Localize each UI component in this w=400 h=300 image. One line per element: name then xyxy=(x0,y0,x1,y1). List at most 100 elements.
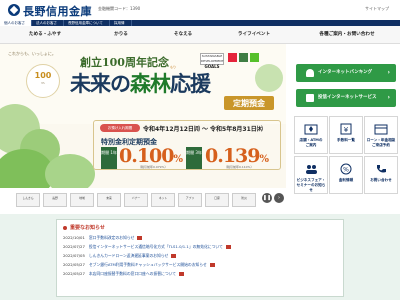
institution-code: 金融機関コード：1390 xyxy=(98,6,141,11)
period-label: お預け入れ期間 xyxy=(100,124,140,132)
pause-icon[interactable]: ❚❚ xyxy=(262,193,272,203)
carousel-thumb[interactable]: バナー xyxy=(124,193,148,207)
term-1y-label: 期間 1年 xyxy=(101,147,117,169)
banner-tagline: これからも、いっしょに。 xyxy=(8,51,56,56)
campaign-period: 令和4年12月12日㈪ ～ 令和5年8月31日㈭ xyxy=(143,126,263,133)
banner-carousel: しんきん 長野 地域 未来 バナー ネット アプリ 口座 防災 ❚❚ › xyxy=(0,188,286,212)
notice-item[interactable]: 2022/10/01 窓口手数料改定のお知らせ xyxy=(63,234,143,242)
nav-prepare[interactable]: そなえる xyxy=(152,26,214,44)
sdgs-subtitle: SUSTAINABLE DEVELOPMENT xyxy=(201,54,224,63)
tile-label: お問い合わせ xyxy=(370,178,392,182)
tile-branch-atm[interactable]: 店舗・ATMの ご案内 xyxy=(294,116,328,154)
tile-label: 手数料一覧 xyxy=(337,138,355,142)
nav-borrow[interactable]: かりる xyxy=(90,26,152,44)
map-pin-icon xyxy=(304,124,318,135)
sitemap-link[interactable]: サイトマップ xyxy=(365,6,389,12)
rate-1y-note: （税引前年0.079%） xyxy=(138,165,168,169)
carousel-thumb[interactable]: 未来 xyxy=(97,193,121,207)
pdf-icon xyxy=(179,272,185,276)
hero-banner[interactable]: これからも、いっしょに。 100 th 創立100周年記念 SUSTAINABL… xyxy=(0,44,286,188)
yen-document-icon: ¥ xyxy=(340,123,352,135)
tile-fees[interactable]: ¥ 手数料一覧 xyxy=(329,116,363,154)
tile-label: ローン・年金相談 ご来店予約 xyxy=(366,138,396,147)
sdg-goal-icon xyxy=(228,53,237,62)
people-icon xyxy=(306,165,317,174)
svg-text:¥: ¥ xyxy=(344,126,349,134)
brand-logo-icon[interactable] xyxy=(8,4,20,16)
tile-label: 金利情報 xyxy=(338,178,354,182)
svg-text:%: % xyxy=(343,167,349,174)
chart-icon xyxy=(306,94,314,102)
pdf-icon xyxy=(137,236,143,240)
tree-illustration xyxy=(45,154,95,188)
notice-text[interactable]: 本店同口座振替手数料の窓口口座への振替について xyxy=(89,271,176,276)
tile-label: 店舗・ATMの ご案内 xyxy=(299,138,323,147)
tile-contact[interactable]: お問い合わせ xyxy=(364,156,398,194)
tile-business-fair[interactable]: ビジネスフェア・ セミナーのお知らせ xyxy=(294,156,328,194)
brand-name[interactable]: 長野信用金庫 xyxy=(23,3,92,19)
headline-pre: 未来の xyxy=(70,71,131,96)
carousel-thumb[interactable]: 地域 xyxy=(70,193,94,207)
anniversary-badge: 100 th xyxy=(26,64,60,98)
deposit-label: 定期預金 xyxy=(224,96,274,110)
rate-3y: 0.139% xyxy=(205,145,269,167)
notice-date: 2022/05/27 xyxy=(63,262,85,267)
internet-banking-label: インターネットバンキング xyxy=(318,70,373,75)
notice-item[interactable]: 2022/05/27 セブン銀行ATM利用手数料キャッシュバックサービス開始のお知… xyxy=(63,261,215,269)
rate-3y-note: （税引前年0.110%） xyxy=(224,165,254,169)
notice-date: 2022/07/05 xyxy=(63,253,85,258)
tile-loan-reservation[interactable]: ローン・年金相談 ご来店予約 xyxy=(364,116,398,154)
pdf-icon xyxy=(225,245,231,249)
internet-banking-button[interactable]: インターネットバンキング › xyxy=(296,64,396,82)
carousel-thumb[interactable]: しんきん xyxy=(16,193,40,207)
headline-forest: 森林 xyxy=(130,71,171,96)
notice-date: 2022/10/01 xyxy=(63,235,85,240)
tile-interest-rates[interactable]: % 金利情報 xyxy=(329,156,363,194)
notice-text[interactable]: しんきんカードローン返済遅延事案のお知らせ xyxy=(89,253,168,258)
banner-headline: 未来の森林応援 xyxy=(70,68,211,98)
site-header: 長野信用金庫 金融機関コード：1390 サイトマップ xyxy=(0,0,400,20)
arrow-right-icon: › xyxy=(387,94,390,101)
carousel-thumb[interactable]: ネット xyxy=(151,193,175,207)
nav-life-events[interactable]: ライフイベント xyxy=(214,26,294,44)
tree-illustration xyxy=(255,64,283,92)
percent-icon: % xyxy=(340,163,352,175)
carousel-thumb[interactable]: 口座 xyxy=(205,193,229,207)
pdf-icon xyxy=(209,263,215,267)
notice-text[interactable]: セブン銀行ATM利用手数料キャッシュバックサービス開始のお知らせ xyxy=(89,262,207,267)
percent-unit: % xyxy=(173,154,183,165)
important-notices: 重要なお知らせ 2022/10/01 窓口手数料改定のお知らせ 2022/07/2… xyxy=(56,219,344,297)
next-icon[interactable]: › xyxy=(274,193,284,203)
investment-service-label: 投信インターネットサービス xyxy=(318,95,377,100)
nav-save[interactable]: ためる・ふやす xyxy=(0,26,90,44)
sdg-goal-icon xyxy=(250,53,259,62)
tile-label: ビジネスフェア・ セミナーのお知らせ xyxy=(296,178,326,192)
pdf-icon xyxy=(171,254,177,258)
notice-date: 2022/05/27 xyxy=(63,271,85,276)
notice-item[interactable]: 2022/07/27 投信インターネットサービス通信暗号化方式「TLS1.0/1.… xyxy=(63,243,231,251)
rate-1y-value: 0.100 xyxy=(119,145,174,167)
carousel-thumb[interactable]: 長野 xyxy=(43,193,67,207)
badge-suffix: th xyxy=(41,81,45,85)
sdg-goal-icon xyxy=(239,53,248,62)
notice-text[interactable]: 投信インターネットサービス通信暗号化方式「TLS1.0/1.1」の無効化について xyxy=(89,244,223,249)
notices-heading: 重要なお知らせ xyxy=(63,224,105,231)
rate-3y-value: 0.139 xyxy=(205,145,260,167)
phone-icon xyxy=(377,165,386,173)
notice-item[interactable]: 2022/07/05 しんきんカードローン返済遅延事案のお知らせ xyxy=(63,252,177,260)
lock-icon xyxy=(306,69,314,77)
notice-item[interactable]: 2022/05/27 本店同口座振替手数料の窓口口座への振替について xyxy=(63,270,185,278)
rate-1y: 0.100% xyxy=(119,145,183,167)
sdgs-logo: SUSTAINABLE DEVELOPMENT GOALS xyxy=(200,53,224,69)
nav-guide-contact[interactable]: 各種ご案内・お問い合わせ xyxy=(294,26,400,44)
carousel-thumb[interactable]: アプリ xyxy=(178,193,202,207)
percent-unit: % xyxy=(259,154,269,165)
arrow-right-icon: › xyxy=(387,69,390,76)
term-3y-label: 期間 3年 xyxy=(186,147,202,169)
headline-post: 応援 xyxy=(170,71,211,96)
notice-text[interactable]: 窓口手数料改定のお知らせ xyxy=(89,235,135,240)
main-navigation: ためる・ふやす かりる そなえる ライフイベント 各種ご案内・お問い合わせ xyxy=(0,26,400,44)
carousel-thumb[interactable]: 防災 xyxy=(232,193,256,207)
investment-service-button[interactable]: 投信インターネットサービス › xyxy=(296,89,396,107)
calendar-icon xyxy=(374,124,388,135)
